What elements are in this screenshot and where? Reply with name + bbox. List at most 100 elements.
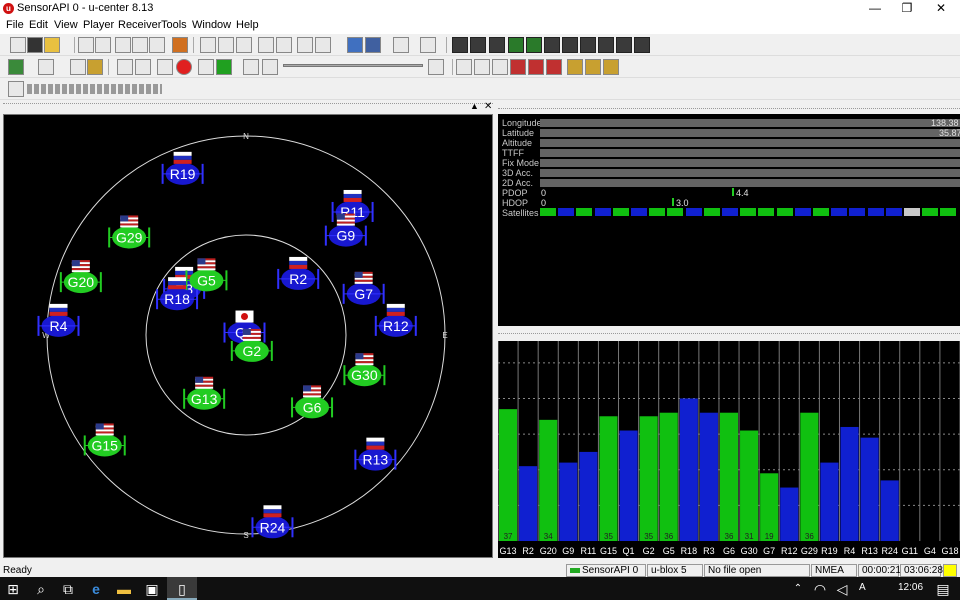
google-earth-icon[interactable] [347,37,363,53]
cn-view-icon[interactable] [526,37,542,53]
deviation-map-icon[interactable] [452,37,468,53]
volume-icon[interactable]: ◁ [834,581,850,597]
packet-view-icon[interactable] [258,37,274,53]
search-icon[interactable]: ⌕ [33,581,49,597]
signal-view-icon[interactable] [508,37,524,53]
notification-icon[interactable]: ▤ [935,581,951,597]
menu-help[interactable]: Help [233,18,262,32]
satellite-g5[interactable]: G5 [185,258,228,292]
msg-2-icon[interactable] [528,59,544,75]
msg-1-icon[interactable] [510,59,526,75]
cut-icon[interactable] [115,37,131,53]
settings-1-icon[interactable] [567,59,583,75]
print-preview-icon[interactable] [78,37,94,53]
minimize-panel-icon[interactable]: ▲ [470,101,479,111]
baudrate-icon[interactable] [38,59,54,75]
debug-icon[interactable] [87,59,103,75]
satellite-g29[interactable]: G29 [108,215,151,249]
histogram-icon[interactable] [420,37,436,53]
eject-icon[interactable] [117,59,133,75]
satellite-g15[interactable]: G15 [83,423,126,457]
satellite-r12[interactable]: R12 [374,303,417,337]
satellite-r13[interactable]: R13 [354,437,397,471]
edge-icon[interactable]: e [88,581,104,597]
satellite-r2[interactable]: R2 [277,256,320,290]
table-view-icon[interactable] [544,37,560,53]
explorer-icon[interactable]: ▬ [116,581,132,597]
hide-icon[interactable] [456,59,472,75]
save-icon[interactable] [27,37,43,53]
sky-view-icon[interactable] [470,37,486,53]
doc-2-icon[interactable] [218,37,234,53]
polling-icon[interactable] [8,81,24,97]
paste-icon[interactable] [149,37,165,53]
forward-icon[interactable] [243,59,259,75]
task-view-icon[interactable]: ⧉ [60,581,76,597]
data-view-panel[interactable]: Longitude 138.38 Latitude 35.87 Altitude… [498,114,960,326]
clock-view-icon[interactable] [616,37,632,53]
step-play-icon[interactable] [198,59,214,75]
compass-icon[interactable] [598,37,614,53]
open-folder-icon[interactable] [44,37,60,53]
start-icon[interactable]: ⊞ [5,581,21,597]
map-view-icon[interactable] [365,37,381,53]
satellite-g30[interactable]: G30 [343,353,386,387]
language-indicator[interactable]: A [859,582,866,593]
wifi-icon[interactable]: ◠ [812,581,828,597]
playback-slider[interactable] [283,64,423,67]
signal-view-panel[interactable]: 37 G13 R2 34 G20 G9 R11 35 G15 Q1 35 G2 36 G5 R18 R3 36 G… [497,341,960,558]
panel-grip-bars[interactable] [498,333,960,335]
connect-icon[interactable] [8,59,24,75]
satellite-grid-icon[interactable] [580,37,596,53]
settings-2-icon[interactable] [585,59,601,75]
close-button[interactable]: ✕ [926,0,956,17]
clear-icon[interactable] [172,37,188,53]
nw-icon[interactable] [474,59,490,75]
satellite-r19[interactable]: R19 [161,151,204,185]
satellite-g13[interactable]: G13 [183,376,226,410]
autobaud-icon[interactable] [70,59,86,75]
store-icon[interactable]: ▣ [144,581,160,597]
config-view-icon[interactable] [315,37,331,53]
rewind-icon[interactable] [262,59,278,75]
text-view-icon[interactable] [297,37,313,53]
new-file-icon[interactable] [10,37,26,53]
taskbar-clock[interactable]: 12:06 [898,582,923,593]
panel-grip[interactable] [3,103,493,105]
menu-tools[interactable]: Tools [158,18,190,32]
history-view-icon[interactable] [634,37,650,53]
data-view-icon[interactable] [489,37,505,53]
menu-edit[interactable]: Edit [26,18,51,32]
copy-icon[interactable] [132,37,148,53]
doc-1-icon[interactable] [200,37,216,53]
satellite-r4[interactable]: R4 [37,303,80,337]
record-icon[interactable] [176,59,192,75]
minimize-button[interactable]: — [860,0,890,17]
menu-window[interactable]: Window [189,18,234,32]
menu-receiver[interactable]: Receiver [115,18,164,32]
sky-view-panel[interactable]: N S E W R19R11G9G29R2R3G5G20G7R18Q1R12G2… [3,114,493,558]
stop-icon[interactable] [135,59,151,75]
panel-grip-right[interactable] [498,108,960,110]
satellite-g6[interactable]: G6 [291,385,334,419]
menu-player[interactable]: Player [80,18,117,32]
play-icon[interactable] [216,59,232,75]
doc-3-icon[interactable] [236,37,252,53]
pause-icon[interactable] [157,59,173,75]
chevron-up-icon[interactable]: ⌃ [790,581,806,597]
menu-view[interactable]: View [51,18,81,32]
close-panel-icon[interactable]: ✕ [484,101,492,112]
restore-button[interactable]: ❐ [892,0,922,17]
satellite-g7[interactable]: G7 [342,271,385,305]
ic-icon[interactable] [492,59,508,75]
grid-view-icon[interactable] [562,37,578,53]
menu-file[interactable]: File [3,18,27,32]
binary-view-icon[interactable] [276,37,292,53]
end-icon[interactable] [428,59,444,75]
print-icon[interactable] [95,37,111,53]
msg-3-icon[interactable] [546,59,562,75]
settings-3-icon[interactable] [603,59,619,75]
chart-view-icon[interactable] [393,37,409,53]
satellite-r24[interactable]: R24 [251,505,294,539]
satellite-g20[interactable]: G20 [59,260,102,294]
